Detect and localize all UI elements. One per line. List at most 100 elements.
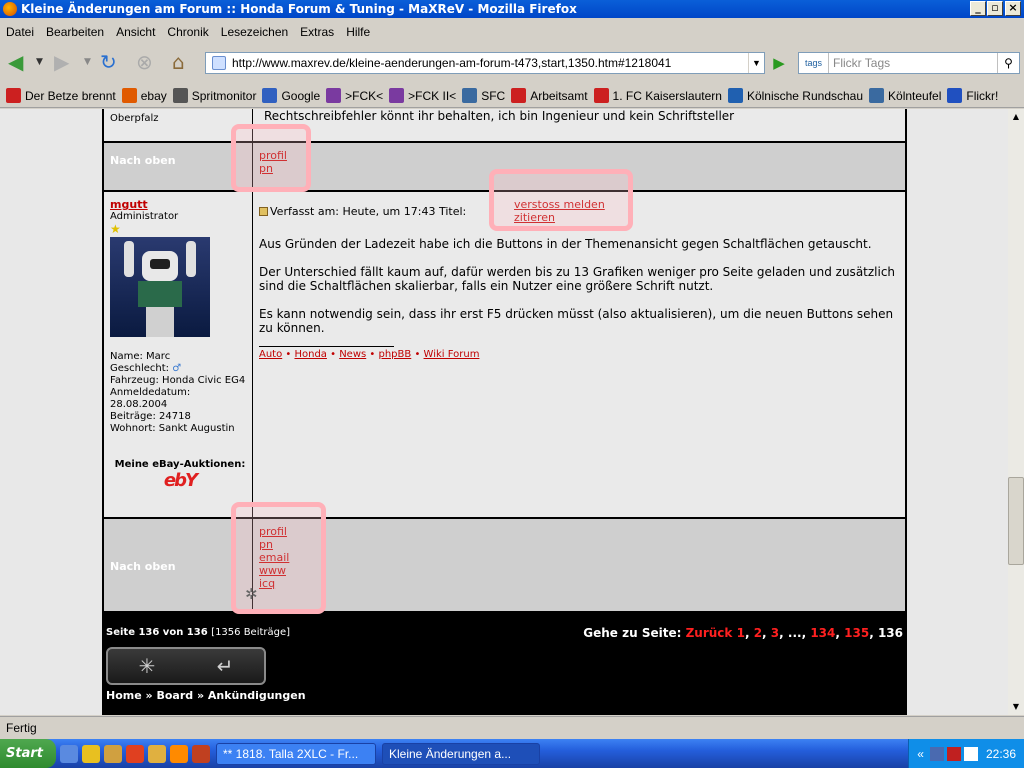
back-to-top-link[interactable]: Nach oben [104, 519, 252, 614]
menu-bearbeiten[interactable]: Bearbeiten [40, 25, 110, 39]
search-engine-icon[interactable]: tags [799, 53, 829, 73]
bookmark-item[interactable]: Arbeitsamt [511, 88, 588, 103]
scroll-thumb[interactable] [1008, 477, 1024, 565]
quicklaunch-app-icon[interactable] [104, 744, 122, 763]
bookmark-item[interactable]: Spritmonitor [172, 88, 256, 103]
bookmark-label: 1. FC Kaiserslautern [612, 88, 722, 103]
bookmark-item[interactable]: Google [262, 88, 320, 103]
bookmark-label: Google [281, 88, 321, 103]
sig-link-honda[interactable]: Honda [294, 349, 326, 360]
prev-post-profile-text: Oberpfalz [110, 113, 159, 124]
quicklaunch-app-icon[interactable] [126, 744, 144, 763]
bookmark-label: Kölnische Rundschau [746, 88, 864, 103]
back-dropdown-icon[interactable]: ▼ [36, 44, 43, 80]
reload-icon[interactable]: ↻ [100, 44, 117, 80]
sig-link-phpbb[interactable]: phpBB [379, 349, 412, 360]
ebay-auctions-label: Meine eBay-Auktionen: [114, 459, 246, 470]
bookmark-icon [593, 88, 609, 103]
new-topic-icon[interactable]: ✳ [139, 654, 156, 678]
bookmark-icon [511, 88, 527, 103]
search-input[interactable]: Flickr Tags [829, 56, 997, 70]
tray-antivirus-icon[interactable] [963, 746, 978, 761]
url-dropdown-icon[interactable]: ▼ [748, 53, 764, 73]
page-info: Seite 136 von 136 [1356 Beiträge] [106, 627, 291, 638]
quicklaunch-media-icon[interactable] [82, 744, 100, 763]
page-link[interactable]: 134 [810, 626, 835, 640]
url-bar[interactable]: http://www.maxrev.de/kleine-aenderungen-… [205, 52, 765, 74]
reply-icon[interactable]: ↵ [217, 654, 234, 678]
bookmark-icon [326, 88, 342, 103]
stop-icon[interactable]: ⊗ [136, 44, 153, 80]
bookmark-item[interactable]: 1. FC Kaiserslautern [593, 88, 722, 103]
menu-extras[interactable]: Extras [294, 25, 340, 39]
back-to-top-link[interactable]: Nach oben [104, 143, 252, 178]
home-icon[interactable]: ⌂ [172, 44, 185, 80]
forward-arrow-icon[interactable]: ▶ [54, 44, 69, 80]
bookmark-icon [121, 88, 137, 103]
go-arrow-icon[interactable]: ▶ [768, 52, 790, 74]
bookmark-item[interactable]: ebay [121, 88, 167, 103]
bookmark-icon [262, 88, 278, 103]
bookmark-item[interactable]: >FCK< [326, 88, 383, 103]
bookmark-item[interactable]: Kölnische Rundschau [727, 88, 864, 103]
post-author[interactable]: mgutt [110, 198, 252, 211]
bookmark-item[interactable]: SFC [462, 88, 505, 103]
bookmark-item[interactable]: Der Betze brennt [6, 88, 116, 103]
sig-link-wiki[interactable]: Wiki Forum [424, 349, 480, 360]
tray-expand-icon[interactable]: « [917, 747, 924, 761]
vertical-scrollbar[interactable]: ▲ ▼ [1008, 109, 1024, 715]
menu-ansicht[interactable]: Ansicht [110, 25, 161, 39]
scroll-down-icon[interactable]: ▼ [1008, 699, 1024, 715]
clock: 22:36 [985, 746, 1016, 761]
prev-post-bottom: Oberpfalz Rechtschreibfehler könnt ihr b… [104, 109, 905, 141]
nav-toolbar: ◀ ▼ ▶ ▼ ↻ ⊗ ⌂ http://www.maxrev.de/klein… [0, 44, 1024, 80]
maximize-button[interactable]: ▫ [987, 1, 1003, 16]
breadcrumb[interactable]: Home » Board » Ankündigungen [106, 689, 306, 702]
menu-chronik[interactable]: Chronik [161, 25, 214, 39]
sig-link-auto[interactable]: Auto [259, 349, 282, 360]
menu-hilfe[interactable]: Hilfe [340, 25, 376, 39]
post-icon [259, 207, 268, 216]
close-button[interactable]: × [1005, 1, 1021, 16]
bookmark-icon [172, 88, 188, 103]
quicklaunch-ie-icon[interactable] [60, 744, 78, 763]
menu-datei[interactable]: Datei [0, 25, 40, 39]
quicklaunch-firefox-icon[interactable] [170, 744, 188, 763]
bookmark-item[interactable]: >FCK II< [389, 88, 456, 103]
forward-dropdown-icon[interactable]: ▼ [84, 44, 91, 80]
quicklaunch-app-icon[interactable] [192, 744, 210, 763]
sig-link-news[interactable]: News [339, 349, 366, 360]
scroll-up-icon[interactable]: ▲ [1008, 109, 1024, 125]
search-box[interactable]: tags Flickr Tags ⚲ [798, 52, 1020, 74]
post-paragraph: Es kann notwendig sein, dass ihr erst F5… [259, 307, 894, 335]
post-buttons: ✳ ↵ [106, 647, 266, 685]
taskbar-item[interactable]: ** 1818. Talla 2XLC - Fr... [216, 742, 376, 765]
site-icon [212, 56, 226, 70]
ebay-logo-icon[interactable]: ebY [110, 470, 250, 491]
minimize-button[interactable]: _ [970, 1, 986, 16]
start-button[interactable]: Start [0, 739, 56, 768]
bookmark-label: Der Betze brennt [25, 88, 116, 103]
url-text: http://www.maxrev.de/kleine-aenderungen-… [232, 56, 672, 70]
tray-app-icon[interactable] [946, 746, 961, 761]
taskbar-item-active[interactable]: Kleine Änderungen a... [382, 742, 540, 765]
tray-network-icon[interactable] [929, 746, 944, 761]
page-back-link[interactable]: Zurück [686, 626, 733, 640]
page-link[interactable]: 1 [737, 626, 745, 640]
bookmark-item[interactable]: Kölnteufel [869, 88, 941, 103]
back-arrow-icon[interactable]: ◀ [8, 44, 23, 80]
bookmark-label: SFC [481, 88, 506, 103]
quicklaunch-app-icon[interactable] [148, 744, 166, 763]
author-profile-info: Name: Marc Geschlecht: ♂ Fahrzeug: Honda… [110, 351, 246, 434]
bookmark-icon [869, 88, 885, 103]
page-link[interactable]: 135 [844, 626, 869, 640]
bookmark-icon [6, 88, 21, 103]
bookmark-label: Arbeitsamt [530, 88, 588, 103]
bookmark-label: Flickr! [966, 88, 999, 103]
menu-lesezeichen[interactable]: Lesezeichen [215, 25, 294, 39]
page-link[interactable]: 2 [754, 626, 762, 640]
page-link[interactable]: 3 [771, 626, 779, 640]
search-icon[interactable]: ⚲ [997, 53, 1019, 73]
signature-links: Auto • Honda • News • phpBB • Wiki Forum [259, 349, 480, 360]
bookmark-item[interactable]: Flickr! [947, 88, 998, 103]
